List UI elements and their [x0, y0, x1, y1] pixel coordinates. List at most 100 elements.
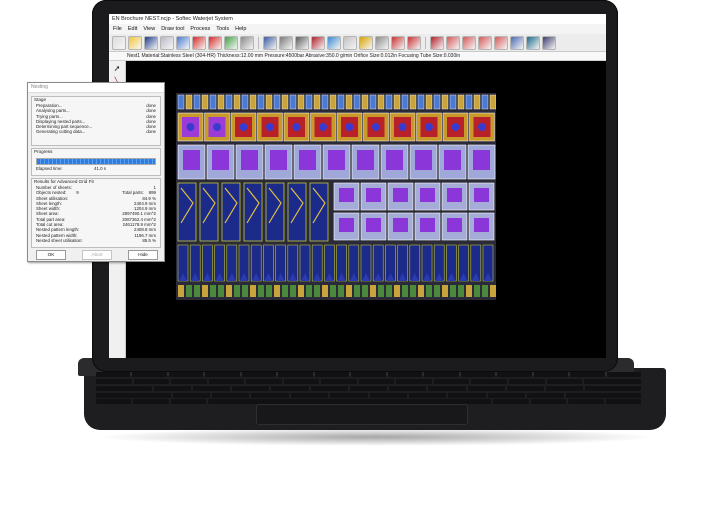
- part-hole: [398, 123, 407, 131]
- small-part: [466, 285, 472, 297]
- small-part: [426, 285, 432, 297]
- small-part: [394, 285, 400, 297]
- strip-part: [385, 94, 393, 110]
- strip-part: [361, 94, 369, 110]
- hide-button[interactable]: Hide: [128, 250, 158, 260]
- result-value: 85.5 %: [142, 237, 156, 243]
- nested-sheet[interactable]: [176, 93, 496, 300]
- part-hole: [266, 123, 274, 131]
- strip-part: [257, 94, 265, 110]
- panel-part-core: [328, 150, 345, 170]
- part-hole: [478, 123, 486, 131]
- menu-draw-tool[interactable]: Draw tool: [161, 24, 184, 34]
- part-hole: [319, 123, 327, 131]
- toolbar-icon[interactable]: [144, 35, 158, 50]
- panel-part-core: [473, 150, 490, 170]
- toolbar-icon[interactable]: [208, 35, 222, 50]
- toolbar-icon[interactable]: [478, 35, 492, 50]
- toolbar-icon[interactable]: [263, 35, 277, 50]
- strip-part: [233, 94, 241, 110]
- toolbar-icon[interactable]: [224, 35, 238, 50]
- menu-process[interactable]: Process: [190, 24, 210, 34]
- toolbar-icon[interactable]: [279, 35, 293, 50]
- objects-label: Objects nested:: [36, 190, 67, 196]
- toolbar-icon[interactable]: [160, 35, 174, 50]
- menu-tools[interactable]: Tools: [216, 24, 229, 34]
- strip-part: [409, 94, 417, 110]
- panel-part-core: [474, 188, 489, 202]
- part-hole: [345, 123, 354, 131]
- panel-part-core: [393, 218, 408, 232]
- panel-part-core: [474, 218, 489, 232]
- toolbar-icon[interactable]: [311, 35, 325, 50]
- small-part: [442, 285, 448, 297]
- toolbar-icon[interactable]: [128, 35, 142, 50]
- toolbar-icon[interactable]: [446, 35, 460, 50]
- toolbar-icon[interactable]: [430, 35, 444, 50]
- toolbar-icon[interactable]: [407, 35, 421, 50]
- small-part: [242, 285, 248, 297]
- result-row: Nested sheet utilisation: 85.5 %: [32, 238, 160, 243]
- toolbar-icon[interactable]: [462, 35, 476, 50]
- strip-part: [457, 94, 465, 110]
- elapsed-value: 41.0 s: [94, 166, 106, 171]
- toolbar-icon[interactable]: [375, 35, 389, 50]
- small-part: [210, 285, 216, 297]
- part-hole: [425, 123, 433, 131]
- small-part: [226, 285, 232, 297]
- menu-view[interactable]: View: [143, 24, 155, 34]
- small-part: [218, 285, 224, 297]
- stage-row: Generating cutting data... done: [32, 129, 160, 134]
- part-hole: [213, 123, 221, 131]
- toolbar-icon[interactable]: [176, 35, 190, 50]
- panel-part-core: [357, 150, 374, 170]
- toolbar-icon[interactable]: [542, 35, 556, 50]
- small-part: [346, 285, 352, 297]
- toolbar-icon[interactable]: [295, 35, 309, 50]
- key-row-1: [96, 372, 642, 377]
- small-part: [402, 285, 408, 297]
- strip-part: [185, 94, 193, 110]
- strip-part: [369, 94, 377, 110]
- total-parts-value: 899: [148, 190, 156, 196]
- small-part: [186, 285, 192, 297]
- key-row-2: [96, 379, 641, 384]
- pointer-icon[interactable]: ➚: [112, 64, 122, 74]
- objects-value: 9: [76, 190, 79, 196]
- toolbar-icon[interactable]: [343, 35, 357, 50]
- toolbar-icon[interactable]: [510, 35, 524, 50]
- strip-part: [353, 94, 361, 110]
- toolbar-icon[interactable]: [192, 35, 206, 50]
- part-hole: [372, 123, 380, 131]
- menu-help[interactable]: Help: [235, 24, 246, 34]
- toolbar-icon[interactable]: [327, 35, 341, 50]
- toolbar-separator: [258, 36, 259, 49]
- ok-button[interactable]: OK: [36, 250, 66, 260]
- toolbar-icon[interactable]: [240, 35, 254, 50]
- small-part: [418, 285, 424, 297]
- strip-part: [177, 94, 185, 110]
- toolbar-icon[interactable]: [526, 35, 540, 50]
- strip-part: [377, 94, 385, 110]
- toolbar-icon[interactable]: [112, 35, 126, 50]
- panel-part-core: [366, 218, 381, 232]
- menu-file[interactable]: File: [113, 24, 122, 34]
- nesting-dialog: Nesting Stage Preparation... done Analysin…: [27, 82, 165, 262]
- small-part: [370, 285, 376, 297]
- small-part: [258, 285, 264, 297]
- results-group: Results for Advanced Grid Fit Number of …: [31, 178, 161, 248]
- toolbar-icon[interactable]: [359, 35, 373, 50]
- material-status-line: Nest1 Material:Stainless Steel (304-HR) …: [109, 52, 606, 61]
- strip-part: [297, 94, 305, 110]
- small-part: [250, 285, 256, 297]
- strip-part: [449, 94, 457, 110]
- small-part: [474, 285, 480, 297]
- toolbar-separator: [425, 36, 426, 49]
- panel-part-core: [366, 188, 381, 202]
- toolbar-icon[interactable]: [391, 35, 405, 50]
- strip-part: [265, 94, 273, 110]
- abort-button[interactable]: Abort: [82, 250, 112, 260]
- small-part: [482, 285, 488, 297]
- menu-edit[interactable]: Edit: [128, 24, 137, 34]
- toolbar-icon[interactable]: [494, 35, 508, 50]
